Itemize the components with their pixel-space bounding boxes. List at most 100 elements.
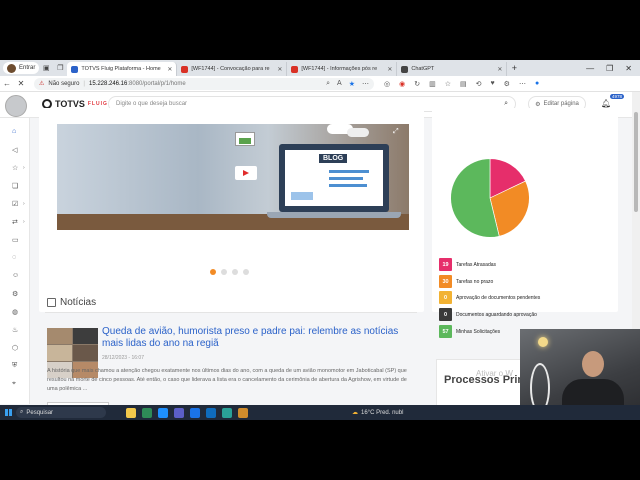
stop-loading-icon[interactable]: ✕ — [14, 79, 28, 88]
vscode-icon[interactable] — [222, 407, 232, 418]
taskbar-apps — [126, 407, 248, 418]
weather-icon: ☁ — [352, 410, 358, 416]
chat-icon[interactable]: ◌ — [12, 254, 16, 261]
location-icon[interactable]: ⌖ — [12, 380, 16, 388]
profile-edge-icon[interactable]: ● — [535, 80, 539, 88]
tab-wf1744-convocacao[interactable]: [WF1744] - Convocação para re ✕ — [177, 62, 288, 76]
legend-item-minhas-solicitacoes[interactable]: 57 Minhas Solicitações — [439, 325, 500, 338]
people-icon[interactable]: ☺ — [12, 272, 19, 279]
legend-label: Documentos aguardando aprovação — [456, 311, 537, 318]
scrollbar-thumb[interactable] — [634, 112, 638, 212]
teams-icon[interactable] — [174, 407, 184, 418]
carousel-dot[interactable] — [232, 269, 238, 275]
taskbar-search[interactable]: ⌕ Pesquisar — [16, 407, 106, 418]
copilot-icon[interactable]: ♥ — [491, 80, 495, 88]
windows-start-icon[interactable] — [0, 409, 16, 416]
more-icon[interactable]: ⋯ — [362, 80, 369, 88]
close-icon[interactable]: ✕ — [497, 66, 502, 73]
legend-item-tarefas-atrasadas[interactable]: 19 Tarefas Atrasadas — [439, 258, 496, 271]
legend-count: 0 — [439, 308, 452, 321]
profile-label: Entrar — [19, 65, 36, 71]
laptop-base — [267, 212, 401, 218]
zoom-icon[interactable]: ⌕ — [326, 80, 330, 88]
globe-icon[interactable]: ◍ — [12, 308, 18, 316]
news-excerpt: A história que mais chamou a atenção che… — [47, 368, 407, 392]
carousel-dot[interactable] — [243, 269, 249, 275]
chat-bubble-icon — [347, 128, 369, 137]
legend-item-aprovacao-pendentes[interactable]: 0 Aprovação de documentos pendentes — [439, 291, 540, 304]
legend-count: 30 — [439, 275, 452, 288]
star-icon[interactable]: ☆ — [12, 164, 18, 172]
close-window-icon[interactable]: ✕ — [625, 64, 632, 73]
megaphone-icon[interactable]: ◁ — [12, 146, 17, 154]
processes-icon[interactable]: ⇄ — [12, 218, 18, 226]
cube-icon[interactable]: ⬡ — [12, 344, 18, 352]
minimize-icon[interactable]: — — [586, 64, 594, 73]
file-explorer-icon[interactable] — [126, 407, 136, 418]
search-icon[interactable]: ⌕ — [504, 100, 508, 108]
documents-icon[interactable]: ❏ — [12, 182, 18, 190]
legend-item-documentos-aguardando[interactable]: 0 Documentos aguardando aprovação — [439, 308, 537, 321]
fire-icon[interactable]: ♨ — [12, 326, 18, 334]
extension-icon[interactable]: ◎ — [384, 80, 390, 88]
url-host: 15.228.246.16 — [88, 80, 128, 87]
settings-icon[interactable]: ⚙ — [12, 290, 18, 298]
home-icon[interactable]: ⌂ — [12, 128, 16, 135]
tab-wf1744-informacoes[interactable]: [WF1744] - Informações pós re ✕ — [287, 62, 398, 76]
chevron-right-icon: › — [23, 165, 25, 171]
tasks-icon[interactable]: ☑ — [12, 200, 18, 208]
laptop-illustration: BLOG — [279, 144, 389, 212]
tab-fluig-home[interactable]: TOTVS Fluig Plataforma - Home ✕ — [67, 62, 178, 76]
tab-chatgpt[interactable]: ChatGPT ✕ — [397, 62, 508, 76]
history-icon[interactable]: ⟲ — [476, 80, 482, 88]
shield-icon[interactable]: ⛨ — [12, 362, 17, 370]
text-line — [329, 177, 363, 180]
word-icon[interactable] — [190, 407, 200, 418]
edge-icon[interactable] — [158, 407, 168, 418]
settings-icon[interactable]: ⚙ — [504, 80, 510, 88]
extension-red-icon[interactable]: ◉ — [399, 80, 405, 88]
profile-button[interactable]: Entrar — [3, 62, 40, 74]
new-tab-button[interactable]: + — [507, 63, 521, 73]
back-icon[interactable]: ← — [0, 79, 14, 88]
favorites-icon[interactable]: ☆ — [445, 80, 451, 88]
collections-icon[interactable]: ▤ — [460, 80, 467, 88]
windows-activation-watermark: Ativar o W — [476, 369, 513, 378]
excel-icon[interactable] — [142, 407, 152, 418]
search-icon: ⌕ — [20, 409, 24, 415]
url-separator: | — [83, 80, 85, 87]
user-avatar[interactable] — [5, 95, 27, 117]
app-icon[interactable] — [238, 407, 248, 418]
notifications-browser-icon[interactable]: ⋯ — [519, 80, 526, 88]
url-input[interactable]: ⚠ Não seguro | 15.228.246.16:8080/portal… — [34, 77, 374, 90]
warning-icon: ⚠ — [39, 81, 45, 87]
close-icon[interactable]: ✕ — [387, 66, 392, 73]
outlook-icon[interactable] — [206, 407, 216, 418]
maximize-icon[interactable]: ❐ — [606, 64, 613, 73]
close-icon[interactable]: ✕ — [277, 66, 282, 73]
favorite-star-icon[interactable]: ★ — [349, 80, 355, 88]
message-icon[interactable]: ▭ — [12, 236, 19, 244]
legend-label: Tarefas no prazo — [456, 278, 494, 285]
image-block — [291, 192, 313, 200]
close-icon[interactable]: ✕ — [167, 66, 172, 73]
tab-actions-icon[interactable]: ❐ — [53, 64, 67, 72]
search-placeholder: Digite o que deseja buscar — [116, 101, 188, 107]
legend-label: Tarefas Atrasadas — [456, 261, 497, 268]
bell-icon[interactable]: 🔔︎ — [601, 99, 611, 108]
taskbar-weather[interactable]: ☁ 16°C Pred. nubl — [352, 409, 403, 417]
carousel-dot[interactable] — [221, 269, 227, 275]
workspaces-icon[interactable]: ▣ — [39, 64, 53, 72]
read-aloud-icon[interactable]: A — [337, 80, 342, 88]
notification-badge: 4978 — [610, 94, 625, 99]
carousel-dot[interactable] — [210, 269, 216, 275]
news-divider — [45, 312, 417, 313]
gmail-icon — [181, 65, 189, 73]
legend-item-tarefas-no-prazo[interactable]: 30 Tarefas no prazo — [439, 275, 493, 288]
browser-toolbar: ◎ ◉ ↻ ▥ ☆ ▤ ⟲ ♥ ⚙ ⋯ ● — [384, 80, 539, 88]
expand-icon[interactable]: ⤢ — [393, 128, 399, 136]
blog-banner[interactable]: BLOG ⤢ — [57, 124, 409, 230]
split-screen-icon[interactable]: ▥ — [429, 80, 436, 88]
news-title-link[interactable]: Queda de avião, humorista preso e padre … — [102, 326, 420, 350]
refresh-icon[interactable]: ↻ — [414, 80, 420, 88]
